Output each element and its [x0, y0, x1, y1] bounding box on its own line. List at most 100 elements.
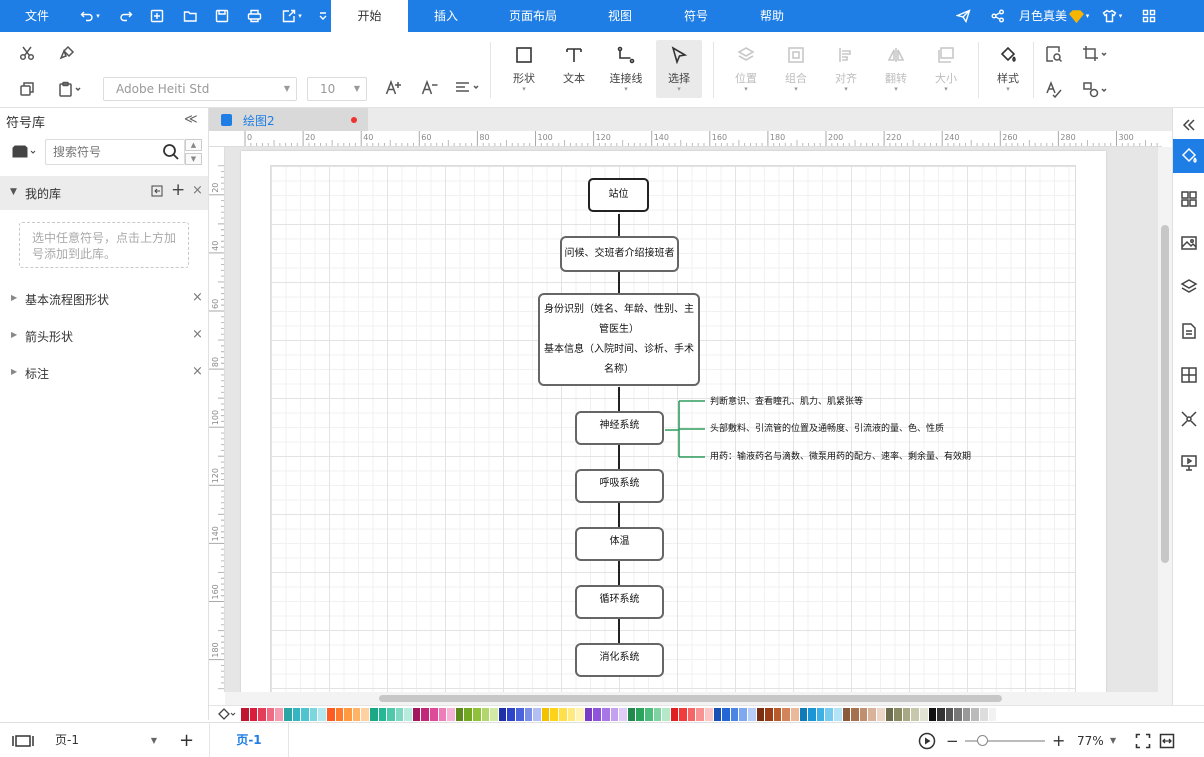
color-swatch[interactable] [301, 708, 310, 721]
shape-tool-button[interactable]: 形状 ▾ [502, 40, 546, 98]
document-tab[interactable]: 绘图2 [209, 108, 368, 131]
flow-node-respiratory-system[interactable]: 呼吸系统 [575, 469, 664, 503]
color-swatch[interactable] [447, 708, 456, 721]
share-icon[interactable] [989, 0, 1007, 32]
color-swatch[interactable] [937, 708, 946, 721]
color-swatch[interactable] [481, 708, 491, 721]
color-swatch[interactable] [610, 708, 620, 721]
color-swatch[interactable] [576, 708, 585, 721]
close-icon[interactable]: × [192, 183, 203, 198]
color-swatch[interactable] [283, 708, 293, 721]
color-swatch[interactable] [352, 708, 362, 721]
search-scroll-stepper[interactable]: ▲ ▼ [185, 139, 202, 165]
color-swatch[interactable] [601, 708, 611, 721]
color-swatch[interactable] [309, 708, 319, 721]
page-properties-icon[interactable] [1173, 314, 1204, 348]
color-swatch[interactable] [498, 708, 508, 721]
export-icon[interactable]: ▾ [278, 0, 306, 32]
crop-icon[interactable] [1080, 43, 1110, 65]
flow-node-nervous-system[interactable]: 神经系统 [575, 411, 664, 445]
color-swatch[interactable] [730, 708, 740, 721]
chevron-down-icon[interactable]: ▼ [1110, 723, 1116, 757]
redo-icon[interactable] [117, 0, 135, 32]
send-icon[interactable] [954, 0, 972, 32]
color-swatch[interactable] [980, 708, 989, 721]
font-shrink-icon[interactable] [420, 78, 440, 98]
align-button[interactable]: 对齐 ▾ [824, 40, 868, 98]
color-swatch[interactable] [266, 708, 276, 721]
color-swatch[interactable] [533, 708, 542, 721]
color-swatch[interactable] [593, 708, 602, 721]
horizontal-ruler[interactable]: 0 20 40 60 80 100 120 140 160 180 200 220 240 260 280 3… [241, 131, 1162, 147]
color-swatch[interactable] [765, 708, 774, 721]
vertical-scroll-thumb[interactable] [1161, 225, 1169, 563]
copy-icon[interactable] [17, 79, 37, 99]
color-swatch[interactable] [395, 708, 405, 721]
color-swatch[interactable] [644, 708, 654, 721]
size-button[interactable]: 大小 ▾ [924, 40, 968, 98]
color-swatch[interactable] [928, 708, 938, 721]
import-icon[interactable] [151, 185, 163, 200]
undo-icon[interactable]: ▾ [75, 0, 105, 32]
color-swatch[interactable] [430, 708, 439, 721]
color-swatch[interactable] [438, 708, 448, 721]
color-swatch[interactable] [490, 708, 499, 721]
color-swatch[interactable] [868, 708, 877, 721]
color-swatch[interactable] [558, 708, 568, 721]
connector-tool-button[interactable]: 连接线 ▾ [604, 40, 648, 98]
color-swatch[interactable] [782, 708, 791, 721]
close-icon[interactable]: × [192, 364, 203, 379]
fill-style-icon[interactable] [1173, 139, 1204, 173]
page-select[interactable]: 页-1 ▼ [47, 729, 163, 752]
layers-icon[interactable] [1173, 270, 1204, 304]
color-swatch[interactable] [705, 708, 714, 721]
tab-start[interactable]: 开始 [331, 0, 408, 32]
category-basic-flowchart[interactable]: ▶ 基本流程图形状 × [0, 288, 208, 312]
color-swatch[interactable] [825, 708, 834, 721]
save-icon[interactable] [213, 0, 231, 32]
vertical-scrollbar[interactable] [1158, 147, 1172, 692]
color-swatch[interactable] [464, 708, 474, 721]
color-swatch[interactable] [455, 708, 465, 721]
font-family-select[interactable]: Adobe Heiti Std ▼ [103, 77, 297, 101]
vip-badge-icon[interactable]: ▾ [1066, 0, 1092, 32]
flow-node-temperature[interactable]: 体温 [575, 527, 664, 561]
color-swatch[interactable] [550, 708, 559, 721]
color-swatch[interactable] [791, 708, 800, 721]
flow-node-circulatory-system[interactable]: 循环系统 [575, 585, 664, 619]
flow-node-identity[interactable]: 身份识别（姓名、年龄、性别、主 管医生） 基本信息（入院时间、诊析、手术 名称） [538, 293, 700, 386]
data-table-icon[interactable] [1173, 358, 1204, 392]
play-icon[interactable] [918, 723, 936, 757]
color-swatch[interactable] [859, 708, 869, 721]
my-library-header[interactable]: ▼ 我的库 + × [0, 176, 208, 210]
new-file-icon[interactable] [148, 0, 166, 32]
paste-icon[interactable] [55, 79, 85, 99]
text-tool-button[interactable]: 文本 [552, 40, 596, 98]
color-swatch[interactable] [627, 708, 637, 721]
zoom-in-icon[interactable]: + [1052, 723, 1065, 757]
fit-width-icon[interactable] [1159, 723, 1175, 757]
font-size-select[interactable]: 10 ▼ [307, 77, 367, 101]
flow-node-digestive-system[interactable]: 消化系统 [575, 643, 664, 677]
more-chevron-icon[interactable] [316, 0, 330, 32]
user-name[interactable]: 月色真美 [1019, 0, 1067, 32]
library-menu-icon[interactable] [12, 145, 38, 162]
color-swatch[interactable] [524, 708, 534, 721]
color-swatch[interactable] [739, 708, 749, 721]
color-swatch[interactable] [421, 708, 431, 721]
color-swatch[interactable] [653, 708, 663, 721]
chevron-up-icon[interactable]: ▲ [185, 139, 202, 151]
image-icon[interactable] [1173, 226, 1204, 260]
find-replace-icon[interactable] [1043, 43, 1065, 65]
add-symbol-icon[interactable]: + [171, 180, 185, 200]
color-swatch[interactable] [387, 708, 396, 721]
file-menu[interactable]: 文件 [25, 0, 49, 32]
page-tab[interactable]: 页-1 [209, 723, 289, 757]
color-swatch[interactable] [954, 708, 963, 721]
color-swatch[interactable] [516, 708, 525, 721]
color-swatch[interactable] [473, 708, 482, 721]
color-swatch[interactable] [833, 708, 843, 721]
drawing-page[interactable]: 站位 问候、交班者介绍接班者 身份识别（姓名、年龄、性别、主 管医生） 基本信息… [241, 151, 1106, 692]
color-swatch[interactable] [369, 708, 379, 721]
color-swatch[interactable] [894, 708, 903, 721]
